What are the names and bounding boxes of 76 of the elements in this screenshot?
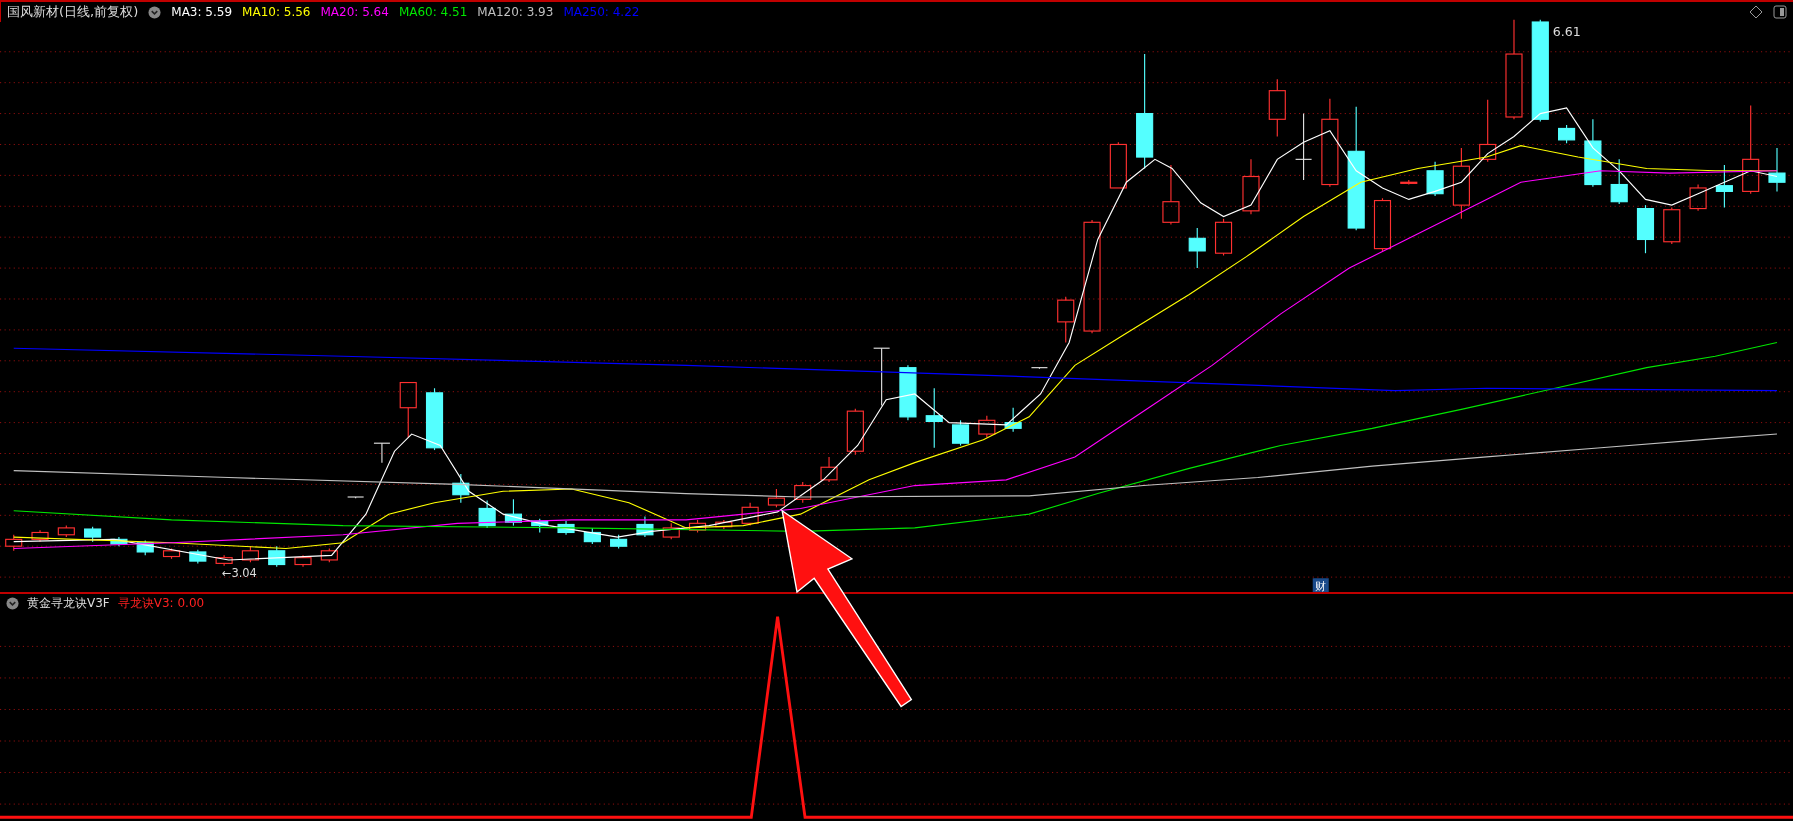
candlestick — [268, 545, 286, 568]
candlestick — [1768, 147, 1786, 192]
candlestick — [767, 488, 785, 508]
candlestick — [1004, 407, 1022, 433]
candlestick — [610, 534, 628, 550]
candlestick — [557, 520, 575, 536]
moving-average-legend: MA60: 4.51 — [398, 5, 468, 19]
candlestick — [320, 547, 338, 563]
candlestick — [820, 456, 838, 483]
candlestick — [31, 529, 49, 543]
candlestick — [1584, 118, 1602, 188]
candlestick — [794, 481, 812, 504]
high-price-label: 6.61 — [1552, 23, 1581, 39]
candlestick — [57, 525, 75, 538]
candlestick — [1610, 158, 1628, 205]
candlestick — [636, 515, 654, 538]
candlestick — [1268, 78, 1286, 138]
candlestick — [951, 419, 970, 447]
candlestick — [925, 387, 943, 449]
candlestick — [741, 502, 759, 527]
candlestick — [136, 539, 154, 556]
candlestick — [84, 526, 102, 543]
candlestick — [1663, 206, 1681, 245]
candlestick — [347, 496, 365, 499]
moving-average-legend: MA120: 3.93 — [477, 5, 554, 19]
collapse-chevron-icon[interactable] — [148, 5, 162, 19]
candlestick — [1295, 113, 1313, 181]
candlestick — [1426, 161, 1444, 197]
low-price-label: ←3.04 — [221, 566, 257, 581]
candlestick — [846, 408, 864, 456]
candlestick — [583, 527, 601, 545]
candlestick — [1109, 141, 1127, 189]
candlestick — [1689, 183, 1707, 212]
candlestick — [215, 554, 233, 567]
candlestick — [241, 545, 259, 563]
candlestick — [294, 554, 312, 568]
candlestick — [399, 381, 417, 439]
stock-title: 国风新材(日线,前复权) — [7, 3, 139, 21]
indicator-title: 黄金寻龙诀V3F — [27, 594, 110, 612]
candlestick — [1479, 99, 1497, 163]
candlestick — [373, 442, 391, 464]
moving-average-legend: MA250: 4.22 — [563, 5, 640, 19]
moving-average-legend: MA20: 5.64 — [320, 5, 389, 19]
candlestick — [1242, 158, 1260, 215]
candlestick — [1188, 227, 1206, 269]
collapse-chevron-icon[interactable] — [6, 596, 19, 610]
candlestick — [1636, 204, 1655, 254]
candlestick — [873, 347, 891, 406]
candlestick — [5, 534, 23, 552]
indicator-value: 寻龙诀V3: 0.00 — [117, 594, 205, 612]
candlestick — [1400, 179, 1418, 186]
candlestick — [1373, 197, 1392, 252]
candlestick — [1162, 164, 1180, 226]
candlestick — [1214, 218, 1233, 257]
candlestick — [1057, 296, 1075, 344]
candlestick — [162, 547, 181, 560]
candlestick — [1030, 367, 1048, 370]
candlestick — [189, 549, 207, 564]
candlestick — [425, 387, 444, 451]
candlestick — [531, 518, 549, 534]
candlestick — [1558, 124, 1576, 144]
candlestick — [688, 519, 707, 534]
candlestick — [504, 498, 522, 527]
diamond-icon[interactable] — [1749, 5, 1763, 19]
candlestick — [478, 499, 496, 529]
candlestick — [1715, 164, 1733, 208]
candlestick — [978, 415, 996, 439]
candlestick — [110, 536, 128, 547]
candlestick — [899, 364, 917, 421]
candlestick — [715, 519, 733, 530]
panel-toggle-icon[interactable] — [1773, 5, 1787, 19]
candlestick — [452, 473, 470, 504]
moving-average-legend: MA3: 5.59 — [171, 5, 233, 19]
finance-marker[interactable]: 财 — [1312, 578, 1329, 593]
moving-average-legend: MA10: 5.56 — [242, 5, 311, 19]
candlestick — [662, 522, 680, 540]
